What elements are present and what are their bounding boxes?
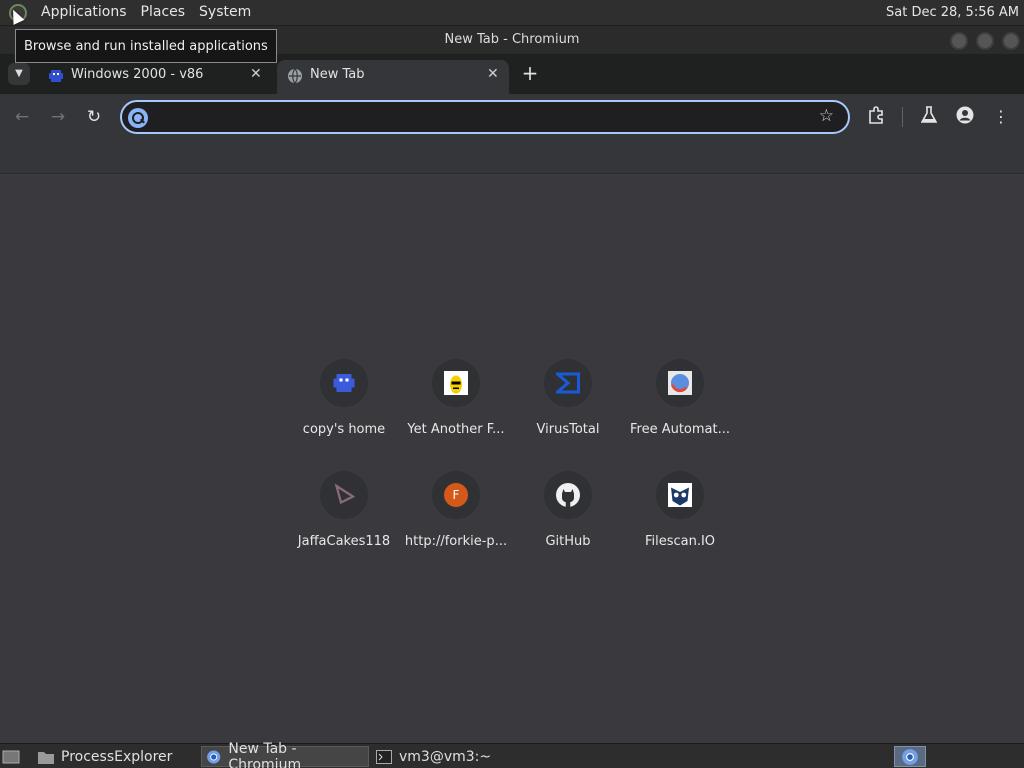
tab-windows-2000[interactable]: Windows 2000 - v86 ✕ (38, 60, 270, 94)
banana-icon (444, 371, 468, 395)
bookmark-bar (0, 139, 1024, 174)
shortcut-icon-circle: F (432, 471, 480, 519)
reload-icon[interactable]: ↻ (82, 105, 106, 129)
chromium-icon (207, 749, 221, 764)
shortcut-icon-circle (544, 359, 592, 407)
shortcut-label: Free Automat... (629, 422, 731, 437)
toolbar-divider (902, 107, 903, 127)
shortcut-free-automat[interactable]: Free Automat... (624, 359, 736, 471)
shortcut-jaffacakes118[interactable]: JaffaCakes118 (288, 471, 400, 583)
tab-new-tab[interactable]: New Tab ✕ (277, 60, 509, 94)
shortcut-icon-circle (320, 359, 368, 407)
tab-label: Windows 2000 - v86 (71, 67, 204, 82)
more-menu-icon[interactable]: ⋮ (990, 106, 1012, 128)
panel-clock[interactable]: Sat Dec 28, 5:56 AM (886, 0, 1019, 25)
close-tab-icon[interactable]: ✕ (250, 66, 262, 82)
shortcut-icon-circle (544, 471, 592, 519)
shortcut-label: copy's home (302, 422, 386, 437)
browser-toolbar: ← → ↻ ☆ ⋮ (0, 94, 1024, 139)
shortcut-copys-home[interactable]: copy's home (288, 359, 400, 471)
folder-icon (38, 751, 54, 764)
tab-search-chevron-down-icon[interactable]: ▼ (8, 63, 30, 85)
taskbar-item-label: vm3@vm3:~ (399, 748, 492, 765)
bottom-taskbar: ProcessExplorer New Tab - Chromium vm3@v… (0, 741, 1024, 768)
menu-system[interactable]: System (192, 0, 258, 25)
new-tab-plus-icon[interactable]: + (518, 62, 542, 86)
shortcut-icon-circle (656, 359, 704, 407)
bookmark-star-icon[interactable]: ☆ (819, 106, 834, 126)
shortcut-label: JaffaCakes118 (297, 534, 391, 549)
taskbar-item-processexplorer[interactable]: ProcessExplorer (34, 746, 194, 767)
extensions-puzzle-icon[interactable] (865, 106, 887, 128)
shortcut-icon-circle (432, 359, 480, 407)
shortcut-yet-another[interactable]: Yet Another F... (400, 359, 512, 471)
owl-icon (668, 483, 692, 507)
shortcut-icon-circle (320, 471, 368, 519)
shortcut-label: Filescan.IO (644, 534, 716, 549)
shortcut-label: GitHub (545, 534, 591, 549)
globe-icon (288, 68, 302, 84)
minimize-button[interactable] (950, 32, 968, 50)
address-bar[interactable]: ☆ (120, 100, 850, 134)
play-triangle-icon (334, 483, 356, 505)
pixel-invader-icon (333, 374, 355, 392)
shortcut-grid: copy's home Yet Another F... VirusTotal … (288, 359, 736, 583)
github-icon (556, 483, 580, 507)
shortcut-label: Yet Another F... (407, 422, 505, 437)
taskbar-item-terminal[interactable]: vm3@vm3:~ (372, 746, 502, 767)
sphere-icon (668, 371, 692, 395)
shortcut-forkie[interactable]: F http://forkie-p... (400, 471, 512, 583)
profile-avatar-icon[interactable] (954, 106, 976, 128)
taskbar-item-label: New Tab - Chromium (228, 740, 302, 768)
back-arrow-icon[interactable]: ← (10, 105, 34, 129)
desktop-icon (2, 750, 20, 763)
shortcut-label: http://forkie-p... (404, 534, 508, 549)
tab-label: New Tab (310, 67, 365, 82)
close-window-button[interactable] (1002, 32, 1020, 50)
show-desktop-button[interactable] (2, 746, 24, 767)
taskbar-item-chromium[interactable]: New Tab - Chromium (201, 741, 369, 768)
new-tab-page: copy's home Yet Another F... VirusTotal … (0, 175, 1024, 743)
labs-flask-icon[interactable] (918, 106, 940, 128)
chromium-icon (902, 749, 918, 765)
forward-arrow-icon[interactable]: → (46, 105, 70, 129)
taskbar-item-label: ProcessExplorer (61, 748, 173, 765)
applications-tooltip: Browse and run installed applications (15, 29, 277, 63)
sigma-icon (556, 372, 580, 394)
shortcut-virustotal[interactable]: VirusTotal (512, 359, 624, 471)
letter-f-icon: F (444, 483, 468, 507)
terminal-icon (376, 749, 392, 764)
shortcut-label: VirusTotal (536, 422, 600, 437)
top-panel: Applications Places System Sat Dec 28, 5… (0, 0, 1024, 25)
pixel-invader-icon (49, 70, 63, 82)
search-icon (128, 108, 148, 128)
close-tab-icon[interactable]: ✕ (487, 66, 499, 82)
maximize-button[interactable] (976, 32, 994, 50)
shortcut-github[interactable]: GitHub (512, 471, 624, 583)
shortcut-icon-circle (656, 471, 704, 519)
shortcut-filescan-io[interactable]: Filescan.IO (624, 471, 736, 583)
menu-applications[interactable]: Applications (34, 0, 134, 25)
workspace-switcher[interactable] (894, 746, 926, 767)
address-input[interactable] (154, 108, 794, 128)
menu-places[interactable]: Places (134, 0, 193, 25)
